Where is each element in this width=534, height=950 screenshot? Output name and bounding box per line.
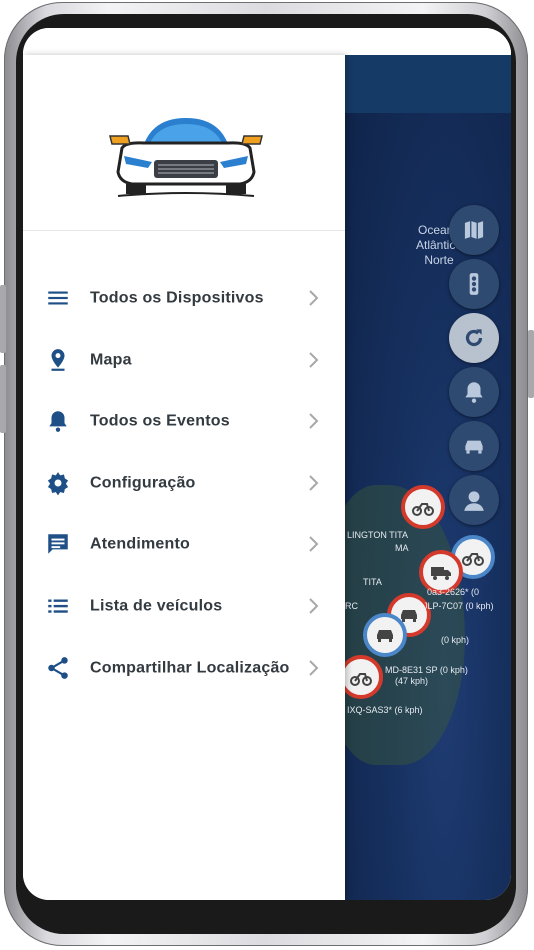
vehicle-plate-label: TITA [363,577,382,587]
vehicle-plate-label: MD-8E31 SP (0 kph) [385,665,468,675]
motorcycle-icon [412,503,434,516]
status-bar [23,28,511,55]
vehicles-button[interactable] [449,421,499,471]
list-icon [48,291,68,305]
map-view[interactable]: Oceano Atlântico Norte LINGTON TITA MA T… [345,55,511,900]
menu-item-label: Lista de veículos [90,597,223,615]
chevron-right-icon [309,660,319,676]
motorcycle-icon [350,673,372,686]
menu-item-label: Mapa [90,351,132,369]
drawer-header [23,55,345,231]
menu-item-label: Todos os Eventos [90,412,230,430]
map-toolbar [345,55,511,113]
menu-item-todos-eventos[interactable]: Todos os Eventos [23,393,345,449]
location-pin-icon [51,349,65,371]
menu-item-todos-dispositivos[interactable]: Todos os Dispositivos [23,270,345,326]
menu-item-label: Compartilhar Localização [90,659,290,677]
refresh-icon [465,329,483,347]
car-logo [109,118,263,197]
vehicle-plate-label: JLP-7C07 (0 kph) [423,601,494,611]
vehicle-plate-label: RC [345,601,358,611]
chevron-right-icon [309,536,319,552]
menu-item-label: Atendimento [90,535,190,553]
vehicle-plate-label: 0a3-2626* (0 [427,587,480,597]
vehicle-plate-label: MA [395,543,409,553]
traffic-light-icon [469,273,479,295]
bulleted-list-icon [48,599,68,613]
vehicle-marker-motorcycle[interactable] [401,485,445,529]
map-icon [463,219,485,241]
motorcycle-icon [462,553,484,566]
menu-item-lista-veiculos[interactable]: Lista de veículos [23,578,345,634]
share-icon [48,657,68,679]
traffic-button[interactable] [449,259,499,309]
refresh-button[interactable] [449,313,499,363]
car-icon [465,440,483,454]
menu-item-compartilhar-localizacao[interactable]: Compartilhar Localização [23,640,345,696]
bell-icon [49,411,67,432]
vehicle-plate-label: (0 kph) [441,635,470,645]
driver-icon [464,491,484,511]
volume-up-button [0,285,6,353]
menu-item-label: Todos os Dispositivos [90,289,264,307]
menu-item-configuracao[interactable]: Configuração [23,455,345,511]
alerts-button[interactable] [449,367,499,417]
bell-icon [465,382,483,403]
vehicle-plate-label: (47 kph) [395,676,429,686]
chevron-right-icon [309,598,319,614]
chevron-right-icon [309,352,319,368]
chevron-right-icon [309,413,319,429]
navigation-drawer: Todos os Dispositivos Mapa Todos os Even… [23,55,345,900]
chat-icon [48,534,68,554]
vehicle-plate-label: LINGTON TITA [347,530,409,540]
power-button [528,330,534,398]
chevron-right-icon [309,475,319,491]
menu-item-label: Configuração [90,474,196,492]
truck-icon [431,567,451,580]
driver-button[interactable] [449,475,499,525]
vehicle-plate-label: IXQ-SAS3* (6 kph) [347,705,423,715]
gear-icon [47,472,69,496]
phone-screen: Oceano Atlântico Norte LINGTON TITA MA T… [23,28,511,900]
vehicle-marker-car[interactable] [363,613,407,657]
chevron-right-icon [309,290,319,306]
car-icon [377,630,393,642]
menu-item-atendimento[interactable]: Atendimento [23,516,345,572]
map-type-button[interactable] [449,205,499,255]
menu-item-mapa[interactable]: Mapa [23,332,345,388]
volume-down-button [0,365,6,433]
